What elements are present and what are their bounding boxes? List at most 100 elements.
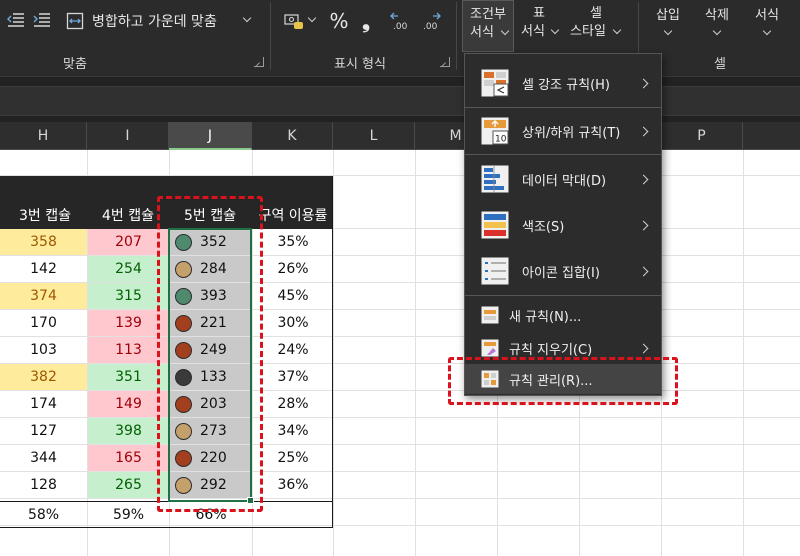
ribbon: 병합하고 가운데 맞춤 맞춤 % ❟ .00 .00 표시 형식 조건부 서식 …	[0, 0, 800, 76]
table-cell-h[interactable]: 374	[0, 283, 87, 309]
clear-rules-icon	[481, 339, 499, 357]
menu-item-label: 셀 강조 규칙(H)	[522, 77, 610, 93]
insert-cells-button[interactable]: 삽입	[645, 0, 691, 48]
submenu-chevron-icon	[638, 220, 649, 230]
cell-styles-button[interactable]: 셀 스타일	[564, 0, 628, 48]
table-cell-j[interactable]: 292	[170, 472, 252, 498]
column-header-h[interactable]: H	[0, 122, 87, 150]
delete-label: 삭제	[705, 8, 729, 23]
increase-decimal-button[interactable]: .00	[388, 8, 414, 34]
table-cell-k[interactable]: 24%	[253, 337, 333, 363]
table-cell-i[interactable]: 139	[88, 310, 169, 336]
total-cell-h[interactable]: 58%	[0, 502, 87, 529]
table-cell-k[interactable]: 25%	[253, 445, 333, 471]
decrease-decimal-button[interactable]: .00	[418, 8, 444, 34]
menu-item-data-bars[interactable]: 데이터 막대(D)	[465, 156, 661, 202]
table-cell-i[interactable]: 113	[88, 337, 169, 363]
menu-item-new-rule[interactable]: 새 규칙(N)...	[465, 298, 661, 332]
status-circle-icon	[175, 396, 192, 413]
table-header-cell[interactable]: 4번 캡슐	[89, 205, 167, 227]
table-cell-h[interactable]: 170	[0, 310, 87, 336]
table-cell-i[interactable]: 207	[88, 229, 169, 255]
status-circle-icon	[175, 261, 192, 278]
table-cell-j[interactable]: 284	[170, 256, 252, 282]
column-header-p[interactable]: P	[661, 122, 743, 150]
table-cell-i[interactable]: 254	[88, 256, 169, 282]
grid-line	[0, 498, 800, 499]
table-cell-i[interactable]: 265	[88, 472, 169, 498]
table-cell-h[interactable]: 174	[0, 391, 87, 417]
table-cell-h[interactable]: 382	[0, 364, 87, 390]
table-cell-i[interactable]: 351	[88, 364, 169, 390]
increase-indent-icon[interactable]	[30, 8, 54, 32]
percent-style-button[interactable]: %	[328, 8, 350, 34]
submenu-chevron-icon	[638, 266, 649, 276]
table-header-cell[interactable]: 3번 캡슐	[6, 205, 84, 227]
menu-item-manage-rules[interactable]: 규칙 관리(R)...	[465, 364, 661, 394]
table-cell-j[interactable]: 220	[170, 445, 252, 471]
table-cell-h[interactable]: 344	[0, 445, 87, 471]
table-cell-k[interactable]: 35%	[253, 229, 333, 255]
delete-chevron-icon	[712, 26, 722, 36]
submenu-chevron-icon	[638, 343, 649, 353]
table-cell-j[interactable]: 352	[170, 229, 252, 255]
table-cell-j[interactable]: 249	[170, 337, 252, 363]
menu-item-highlight-cells-rules[interactable]: 셀 강조 규칙(H)	[465, 60, 661, 106]
table-cell-j[interactable]: 273	[170, 418, 252, 444]
menu-item-label: 아이콘 집합(I)	[522, 265, 600, 281]
menu-item-label: 데이터 막대(D)	[522, 173, 607, 189]
column-header-i[interactable]: I	[87, 122, 169, 150]
table-cell-j[interactable]: 393	[170, 283, 252, 309]
formula-bar[interactable]	[0, 86, 800, 116]
table-cell-i[interactable]: 398	[88, 418, 169, 444]
merge-center-button[interactable]: 병합하고 가운데 맞춤	[66, 8, 256, 34]
decrease-decimal-icon: .00	[423, 12, 441, 32]
column-header-j[interactable]: J	[169, 122, 252, 150]
table-cell-i[interactable]: 315	[88, 283, 169, 309]
conditional-formatting-button[interactable]: 조건부 서식	[462, 0, 514, 52]
column-header-l[interactable]: L	[333, 122, 415, 150]
status-circle-icon	[175, 450, 192, 467]
total-cell-j[interactable]: 66%	[170, 502, 252, 529]
table-cell-i[interactable]: 165	[88, 445, 169, 471]
group-label-number: 표시 형식	[334, 57, 386, 72]
table-cell-j[interactable]: 133	[170, 364, 252, 390]
column-header-k[interactable]: K	[252, 122, 333, 150]
delete-cells-button[interactable]: 삭제	[694, 0, 740, 48]
table-cell-k[interactable]: 37%	[253, 364, 333, 390]
comma-style-button[interactable]: ❟	[356, 8, 376, 34]
table-cell-j[interactable]: 203	[170, 391, 252, 417]
menu-item-clear-rules[interactable]: 규칙 지우기(C)	[465, 331, 661, 365]
menu-item-top-bottom-rules[interactable]: 10 상위/하위 규칙(T)	[465, 108, 661, 154]
table-cell-k[interactable]: 34%	[253, 418, 333, 444]
table-cell-h[interactable]: 358	[0, 229, 87, 255]
table-cell-i[interactable]: 149	[88, 391, 169, 417]
column-header-next[interactable]	[743, 122, 800, 150]
table-cell-k[interactable]: 28%	[253, 391, 333, 417]
table-header-cell[interactable]: 5번 캡슐	[171, 205, 249, 227]
table-cell-j[interactable]: 221	[170, 310, 252, 336]
format-cells-button[interactable]: 서식	[744, 0, 790, 48]
table-header-cell[interactable]: 구역 이용률	[253, 205, 333, 227]
accounting-dropdown-chevron-icon[interactable]	[307, 13, 317, 23]
alignment-dialog-launcher-icon[interactable]	[254, 57, 264, 67]
table-cell-h[interactable]: 103	[0, 337, 87, 363]
table-cell-h[interactable]: 127	[0, 418, 87, 444]
table-cell-k[interactable]: 26%	[253, 256, 333, 282]
table-cell-k[interactable]: 36%	[253, 472, 333, 498]
cell-style-label-1: 셀	[590, 6, 602, 21]
menu-item-color-scales[interactable]: 색조(S)	[465, 202, 661, 248]
format-as-table-button[interactable]: 표 서식	[516, 0, 562, 48]
fill-handle[interactable]	[247, 497, 254, 504]
table-cell-k[interactable]: 30%	[253, 310, 333, 336]
decrease-indent-icon[interactable]	[4, 8, 28, 32]
table-cell-h[interactable]: 142	[0, 256, 87, 282]
menu-item-icon-sets[interactable]: 아이콘 집합(I)	[465, 248, 661, 294]
accounting-format-icon[interactable]	[282, 10, 306, 32]
total-cell-i[interactable]: 59%	[88, 502, 169, 529]
table-cell-h[interactable]: 128	[0, 472, 87, 498]
totals-border	[0, 501, 333, 502]
table-cell-k[interactable]: 45%	[253, 283, 333, 309]
svg-text:.00: .00	[393, 22, 408, 32]
number-dialog-launcher-icon[interactable]	[440, 57, 450, 67]
